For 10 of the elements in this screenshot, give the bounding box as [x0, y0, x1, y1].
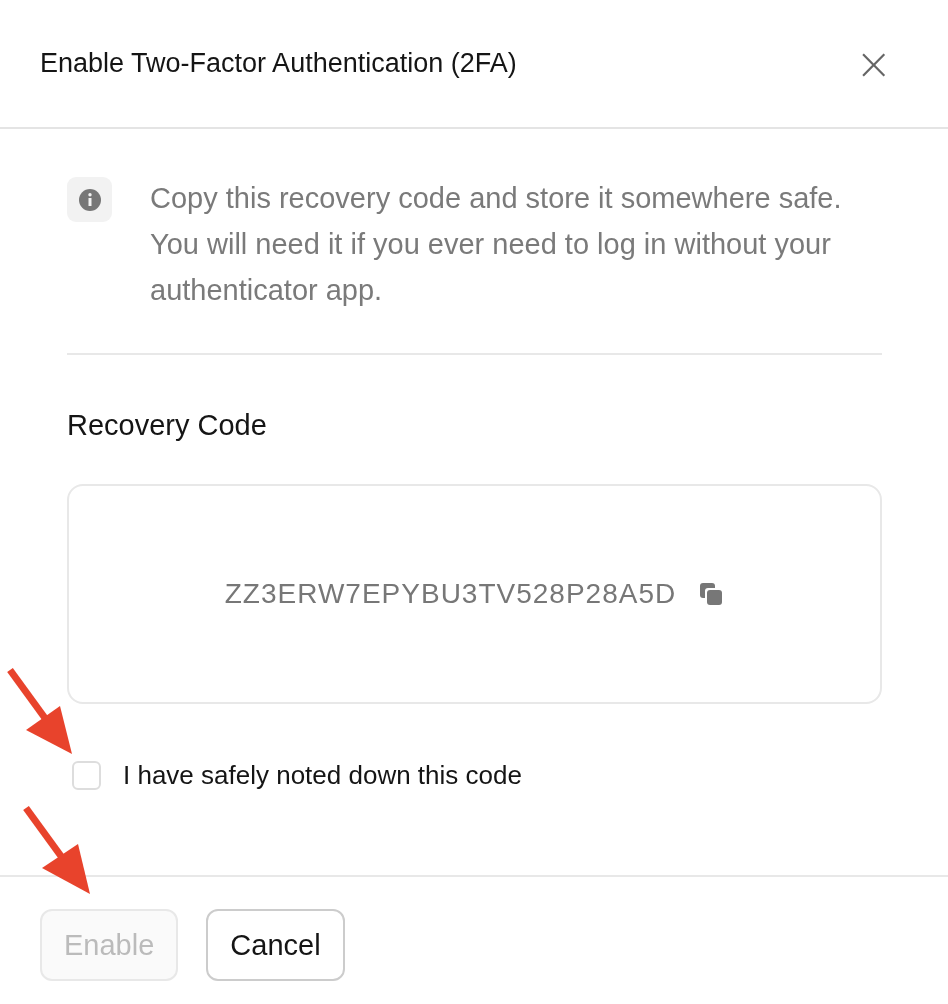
recovery-code: ZZ3ERW7EPYBU3TV528P28A5D — [224, 578, 677, 610]
notice-text: Copy this recovery code and store it somewhere safe. You will need it if you ever need to log in without your authenticator app. — [150, 181, 843, 308]
info-icon — [67, 177, 112, 222]
confirm-checkbox[interactable] — [72, 761, 101, 790]
close-button[interactable]: × — [855, 41, 892, 86]
copy-icon[interactable] — [698, 581, 725, 607]
dialog-title: Enable Two-Factor Authentication (2FA) — [40, 48, 517, 79]
dialog-button[interactable]: Cancel — [206, 909, 345, 981]
checkbox-label: I have safely noted down this code — [123, 760, 522, 791]
field-label: Recovery Code — [67, 409, 268, 442]
